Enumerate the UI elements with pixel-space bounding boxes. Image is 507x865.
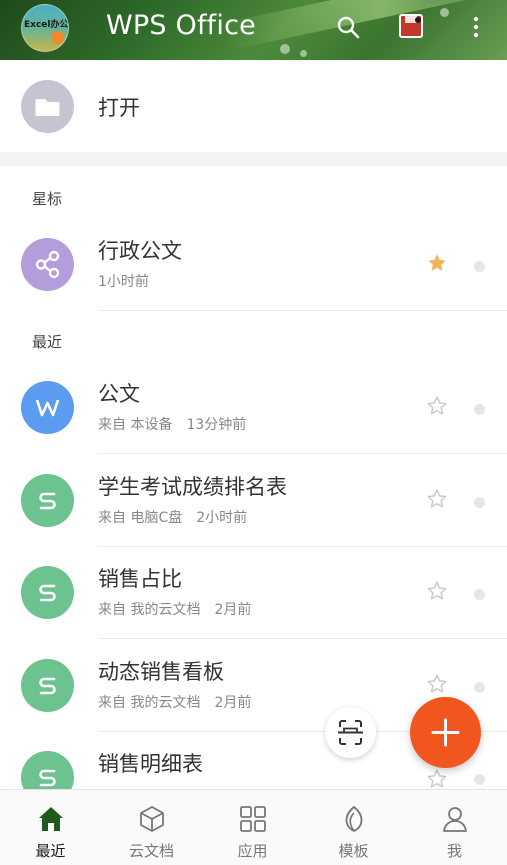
water-drop	[280, 44, 290, 54]
bottom-navigation: 最近 云文档 应用 模板 我	[0, 789, 507, 865]
spreadsheet-icon	[39, 677, 56, 695]
nav-recent[interactable]: 最近	[0, 790, 101, 865]
more-dot-icon[interactable]	[474, 589, 485, 600]
open-icon-circle	[21, 80, 74, 133]
open-label: 打开	[98, 96, 140, 120]
starred-item[interactable]: 行政公文 1小时前	[0, 219, 507, 311]
nav-cloud-docs[interactable]: 云文档	[101, 790, 202, 865]
file-meta-time: 2月前	[214, 602, 252, 618]
app-header: Excel办公 WPS Office	[0, 0, 507, 60]
more-dot-icon[interactable]	[474, 404, 485, 415]
grid-icon	[240, 806, 266, 832]
star-outline-icon[interactable]	[426, 673, 448, 695]
spreadsheet-icon	[39, 584, 56, 602]
star-outline-icon[interactable]	[426, 768, 448, 789]
user-avatar[interactable]: Excel办公	[21, 4, 69, 52]
app-title: WPS Office	[106, 10, 256, 41]
file-meta-source: 来自 本设备	[98, 417, 173, 433]
water-drop	[300, 50, 307, 57]
more-dot-icon[interactable]	[474, 261, 485, 272]
nav-apps[interactable]: 应用	[202, 790, 303, 865]
file-title: 销售明细表	[98, 752, 203, 776]
avatar-text: Excel办公	[24, 20, 69, 30]
row-divider	[98, 638, 507, 639]
row-divider	[98, 310, 507, 311]
scan-button[interactable]	[325, 707, 376, 758]
file-title: 学生考试成绩排名表	[98, 475, 287, 499]
file-meta: 1小时前	[98, 271, 149, 291]
file-title: 动态销售看板	[98, 660, 224, 684]
file-icon-circle	[21, 659, 74, 712]
folder-icon	[35, 99, 60, 116]
file-meta-time: 2小时前	[196, 510, 248, 526]
nav-label: 最近	[35, 842, 66, 860]
nav-label: 云文档	[128, 842, 174, 860]
file-title: 销售占比	[98, 567, 182, 591]
file-meta-source: 来自 我的云文档	[98, 695, 201, 711]
file-meta-time: 1小时前	[98, 274, 149, 290]
file-title: 行政公文	[98, 239, 182, 263]
nav-label: 应用	[237, 842, 268, 860]
file-meta: 来自 我的云文档 2月前	[98, 599, 251, 619]
file-meta: 来自 我的云文档 2月前	[98, 692, 251, 712]
wps-writer-icon	[35, 399, 60, 417]
add-button[interactable]	[410, 697, 481, 768]
row-divider	[98, 453, 507, 454]
nav-templates[interactable]: 模板	[303, 790, 404, 865]
more-dot-icon[interactable]	[474, 774, 485, 785]
search-icon[interactable]	[335, 14, 361, 40]
section-gap	[0, 152, 507, 166]
starred-section-label: 星标	[32, 190, 63, 208]
star-filled-icon[interactable]	[426, 252, 448, 274]
file-icon-circle	[21, 381, 74, 434]
more-dot-icon[interactable]	[474, 497, 485, 508]
recent-item[interactable]: 销售占比 来自 我的云文档 2月前	[0, 547, 507, 639]
recent-item[interactable]: 学生考试成绩排名表 来自 电脑C盘 2小时前	[0, 455, 507, 547]
recent-item[interactable]: 公文 来自 本设备 13分钟前	[0, 362, 507, 454]
file-meta-time: 13分钟前	[186, 417, 247, 433]
more-vertical-icon[interactable]	[463, 14, 489, 40]
plus-icon	[431, 718, 460, 747]
user-icon	[443, 807, 467, 832]
file-meta: 来自 本设备 13分钟前	[98, 414, 246, 434]
nav-label: 我	[446, 842, 462, 860]
share-icon	[35, 250, 60, 279]
file-icon-circle	[21, 474, 74, 527]
nav-label: 模板	[338, 842, 369, 860]
leaf-icon	[345, 805, 363, 833]
file-icon-circle	[21, 751, 74, 789]
file-meta-time: 2月前	[214, 695, 252, 711]
avatar-badge	[51, 31, 64, 44]
file-meta: 来自 电脑C盘 2小时前	[98, 507, 247, 527]
file-icon-circle	[21, 238, 74, 291]
water-drop	[440, 8, 449, 17]
file-meta-source: 来自 我的云文档	[98, 602, 201, 618]
star-outline-icon[interactable]	[426, 580, 448, 602]
scan-icon	[338, 720, 363, 745]
file-meta-source: 来自 电脑C盘	[98, 510, 183, 526]
spreadsheet-icon	[39, 492, 56, 510]
cube-icon	[140, 806, 164, 832]
recent-section-label: 最近	[32, 333, 63, 351]
star-outline-icon[interactable]	[426, 395, 448, 417]
file-icon-circle	[21, 566, 74, 619]
home-icon	[39, 807, 63, 831]
more-dot-icon[interactable]	[474, 682, 485, 693]
document-icon[interactable]	[397, 12, 425, 40]
star-outline-icon[interactable]	[426, 488, 448, 510]
file-title: 公文	[98, 382, 140, 406]
spreadsheet-icon	[39, 769, 56, 787]
open-file-row[interactable]: 打开	[0, 60, 507, 152]
nav-me[interactable]: 我	[404, 790, 505, 865]
